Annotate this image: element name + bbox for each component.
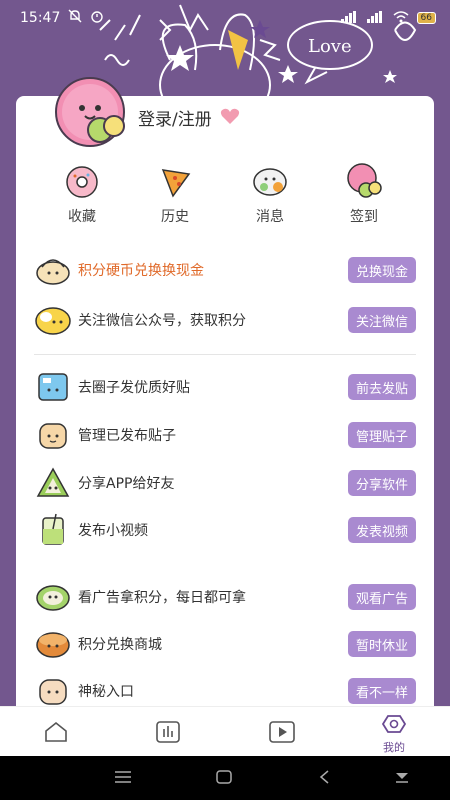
home-square-icon[interactable] xyxy=(216,770,232,784)
back-icon[interactable] xyxy=(318,770,330,784)
menu-row-post[interactable]: 去圈子发优质好贴 前去发贴 xyxy=(16,367,434,407)
avatar[interactable] xyxy=(50,72,132,154)
exchange-cash-button[interactable]: 兑换现金 xyxy=(347,257,416,283)
share-app-button[interactable]: 分享软件 xyxy=(347,470,416,496)
follow-wechat-button[interactable]: 关注微信 xyxy=(347,307,416,333)
menu-label: 去圈子发优质好贴 xyxy=(78,380,190,396)
menu-label: 关注微信公众号，获取积分 xyxy=(78,313,246,329)
watch-ads-button[interactable]: 观看广告 xyxy=(347,584,416,610)
cookie-icon xyxy=(36,632,70,658)
wifi-icon xyxy=(393,10,409,26)
bottom-nav: 我的 xyxy=(0,706,450,756)
pizza-icon xyxy=(161,169,191,198)
love-bubble-text: Love xyxy=(308,36,352,57)
menu-row-points-store[interactable]: 积分兑换商城 暂时休业 xyxy=(16,624,434,664)
status-bar: 15:47 66 xyxy=(0,0,450,36)
login-row[interactable]: 登录/注册 xyxy=(138,105,240,130)
nav-mine-label: 我的 xyxy=(383,741,405,754)
battery-indicator: 66 xyxy=(416,12,436,24)
login-register-link[interactable]: 登录/注册 xyxy=(138,105,212,130)
dumpling-icon xyxy=(36,259,70,285)
mochi-icon xyxy=(347,163,382,198)
quick-action-label: 签到 xyxy=(350,209,378,225)
manage-posts-button[interactable]: 管理贴子 xyxy=(347,422,416,448)
quick-action-messages[interactable]: 消息 xyxy=(235,160,305,226)
sushi-icon xyxy=(253,168,287,196)
rice-dumpling-icon xyxy=(36,467,70,497)
mute-icon xyxy=(68,9,82,27)
menu-row-secret-entry[interactable]: 神秘入口 看不一样 xyxy=(16,671,434,711)
post-video-button[interactable]: 发表视频 xyxy=(347,517,416,543)
home-icon xyxy=(45,721,67,742)
nav-stats[interactable] xyxy=(112,707,224,757)
quick-action-history[interactable]: 历史 xyxy=(140,160,210,226)
alarm-icon xyxy=(90,9,104,27)
menu-label: 管理已发布贴子 xyxy=(78,428,176,444)
toast-icon xyxy=(39,423,67,449)
nav-mine[interactable]: 我的 xyxy=(338,707,450,757)
play-icon xyxy=(269,721,295,743)
quick-action-label: 消息 xyxy=(256,209,284,225)
menu-label: 分享APP给好友 xyxy=(78,476,175,492)
menu-row-manage-posts[interactable]: 管理已发布贴子 管理贴子 xyxy=(16,415,434,455)
quick-action-label: 收藏 xyxy=(68,209,96,225)
menu-label: 积分兑换商城 xyxy=(78,637,162,653)
roll-cake-icon xyxy=(36,585,70,611)
menu-icon[interactable] xyxy=(114,770,132,784)
keyboard-hide-icon[interactable] xyxy=(394,770,410,784)
store-closed-button[interactable]: 暂时休业 xyxy=(347,631,416,657)
menu-row-share-app[interactable]: 分享APP给好友 分享软件 xyxy=(16,463,434,503)
menu-label: 看广告拿积分，每日都可拿 xyxy=(78,590,246,606)
menu-row-follow-wechat[interactable]: 关注微信公众号，获取积分 关注微信 xyxy=(16,300,434,340)
status-time: 15:47 xyxy=(20,10,61,26)
see-different-button[interactable]: 看不一样 xyxy=(347,678,416,704)
profile-hexagon-icon xyxy=(382,715,406,733)
menu-row-exchange-cash[interactable]: 积分硬币兑换换现金 兑换现金 xyxy=(16,250,434,290)
quick-action-label: 历史 xyxy=(161,209,189,225)
drink-icon xyxy=(42,513,64,545)
nav-video[interactable] xyxy=(225,707,337,757)
signal-icon-2 xyxy=(366,10,385,26)
menu-label: 发布小视频 xyxy=(78,523,148,539)
quick-action-checkin[interactable]: 签到 xyxy=(329,160,399,226)
bun-icon xyxy=(39,679,67,705)
egg-icon xyxy=(35,307,71,335)
donut-icon xyxy=(66,166,98,198)
nav-home[interactable] xyxy=(0,707,112,757)
ice-cube-icon xyxy=(38,373,68,401)
signal-icon xyxy=(340,10,359,26)
quick-actions: 收藏 历史 消息 签到 xyxy=(16,160,434,230)
go-post-button[interactable]: 前去发贴 xyxy=(347,374,416,400)
quick-action-favorites[interactable]: 收藏 xyxy=(47,160,117,226)
chart-icon xyxy=(156,721,180,743)
menu-label: 神秘入口 xyxy=(78,684,134,700)
section-divider xyxy=(34,354,416,355)
heart-icon xyxy=(220,107,240,129)
menu-label: 积分硬币兑换换现金 xyxy=(78,263,204,279)
system-navigation-bar xyxy=(0,756,450,800)
menu-row-watch-ads[interactable]: 看广告拿积分，每日都可拿 观看广告 xyxy=(16,577,434,617)
menu-row-video[interactable]: 发布小视频 发表视频 xyxy=(16,510,434,550)
